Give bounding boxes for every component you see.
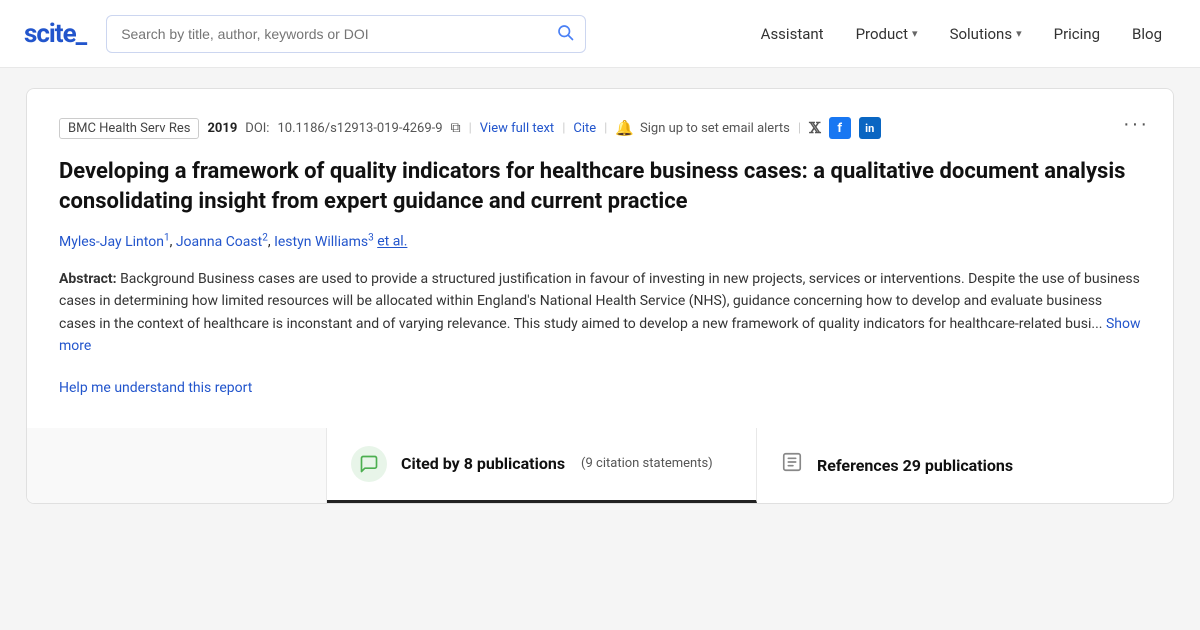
logo[interactable]: scite_ [24,19,86,49]
separator-1: | [469,121,472,136]
main-content: ··· BMC Health Serv Res 2019 DOI: 10.118… [10,88,1190,504]
alert-section: 🔔 Sign up to set email alerts [615,119,790,137]
abstract-label: Abstract: [59,271,117,287]
solutions-chevron-icon: ▾ [1016,27,1022,40]
search-icon [556,23,574,45]
paper-meta: BMC Health Serv Res 2019 DOI: 10.1186/s1… [59,117,1141,139]
paper-details: ··· BMC Health Serv Res 2019 DOI: 10.118… [26,88,1174,428]
nav-item-blog[interactable]: Blog [1118,17,1176,51]
cited-by-box[interactable]: Cited by 8 publications (9 citation stat… [327,428,757,503]
alert-text: Sign up to set email alerts [640,121,790,136]
nav-item-assistant[interactable]: Assistant [747,17,838,51]
stats-row: Cited by 8 publications (9 citation stat… [26,428,1174,504]
citation-statements-text: (9 citation statements) [581,456,713,471]
doi-value: 10.1186/s12913-019-4269-9 [277,121,442,136]
product-chevron-icon: ▾ [912,27,918,40]
search-input[interactable] [106,15,586,53]
cited-by-icon [351,446,387,482]
abstract: Abstract: Background Business cases are … [59,268,1141,358]
search-wrapper [106,15,586,53]
cited-by-text: Cited by 8 publications [401,454,565,473]
view-full-text-link[interactable]: View full text [480,121,554,136]
linkedin-icon[interactable]: in [859,117,881,139]
author-3-link[interactable]: Iestyn Williams3 [274,234,374,250]
authors: Myles-Jay Linton1, Joanna Coast2, Iestyn… [59,232,1141,250]
help-link[interactable]: Help me understand this report [59,380,252,396]
cite-link[interactable]: Cite [573,121,596,136]
author-1-sup: 1 [164,232,170,243]
separator-3: | [604,121,607,136]
paper-title: Developing a framework of quality indica… [59,157,1141,216]
facebook-icon[interactable]: f [829,117,851,139]
separator-4: | [798,121,801,136]
paper-card: ··· BMC Health Serv Res 2019 DOI: 10.118… [26,88,1174,504]
more-options-button[interactable]: ··· [1123,113,1149,136]
author-2-sup: 2 [262,232,268,243]
separator-2: | [562,121,565,136]
nav-item-solutions[interactable]: Solutions ▾ [936,17,1036,51]
social-icons: 𝕏 f in [809,117,881,139]
references-text: References 29 publications [817,456,1013,475]
references-box[interactable]: References 29 publications [757,428,1173,503]
et-al-link[interactable]: et al. [377,234,407,250]
author-1-link[interactable]: Myles-Jay Linton1 [59,234,170,250]
abstract-text: Background Business cases are used to pr… [59,271,1140,332]
main-nav: Assistant Product ▾ Solutions ▾ Pricing … [747,17,1176,51]
twitter-icon[interactable]: 𝕏 [809,119,821,138]
stats-spacer [27,428,327,503]
header: scite_ Assistant Product ▾ Solutions ▾ P… [0,0,1200,68]
nav-item-pricing[interactable]: Pricing [1040,17,1114,51]
nav-item-product[interactable]: Product ▾ [842,17,932,51]
publication-year: 2019 [207,121,237,136]
copy-doi-icon[interactable]: ⧉ [451,120,461,136]
bell-icon: 🔔 [615,119,634,137]
references-icon [781,451,803,479]
author-3-sup: 3 [368,232,374,243]
author-2-link[interactable]: Joanna Coast2 [176,234,268,250]
journal-badge: BMC Health Serv Res [59,118,199,139]
doi-label: DOI: [245,121,269,136]
